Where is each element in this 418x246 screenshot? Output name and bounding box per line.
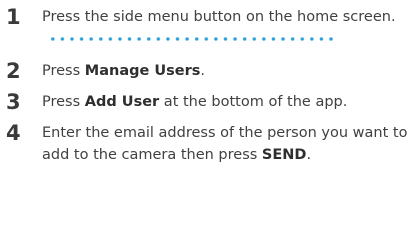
- step-number: 2: [6, 59, 21, 83]
- step-4: 4 Enter the email address of the person …: [6, 121, 412, 166]
- step-number: 4: [6, 121, 21, 145]
- dotted-leader-line: [48, 36, 336, 42]
- step-text-plain: .: [200, 63, 205, 79]
- step-2: 2 Press Manage Users.: [6, 59, 412, 83]
- step-text-bold: SEND: [261, 147, 307, 163]
- step-number: 3: [6, 90, 21, 114]
- step-text-plain: Enter the email address of the person yo…: [42, 125, 408, 163]
- step-text-bold: Add User: [84, 94, 160, 110]
- step-text-plain: Press the side menu button on the home s…: [42, 9, 396, 25]
- step-text-plain: .: [306, 147, 312, 163]
- step-text-plain: Press: [42, 63, 85, 79]
- step-text: Press Add User at the bottom of the app.: [42, 94, 347, 110]
- step-1: 1 Press the side menu button on the home…: [6, 5, 412, 50]
- step-text-bold: Manage Users: [84, 63, 201, 79]
- step-text-plain: Press: [42, 94, 85, 110]
- step-text: Enter the email address of the person yo…: [42, 125, 407, 163]
- step-3: 3 Press Add User at the bottom of the ap…: [6, 90, 412, 114]
- step-text: Press Manage Users.: [42, 63, 205, 79]
- step-text: Press the side menu button on the home s…: [42, 9, 396, 47]
- step-text-plain: at the bottom of the app.: [159, 94, 348, 110]
- step-number: 1: [6, 5, 21, 29]
- instruction-steps: 1 Press the side menu button on the home…: [6, 5, 412, 166]
